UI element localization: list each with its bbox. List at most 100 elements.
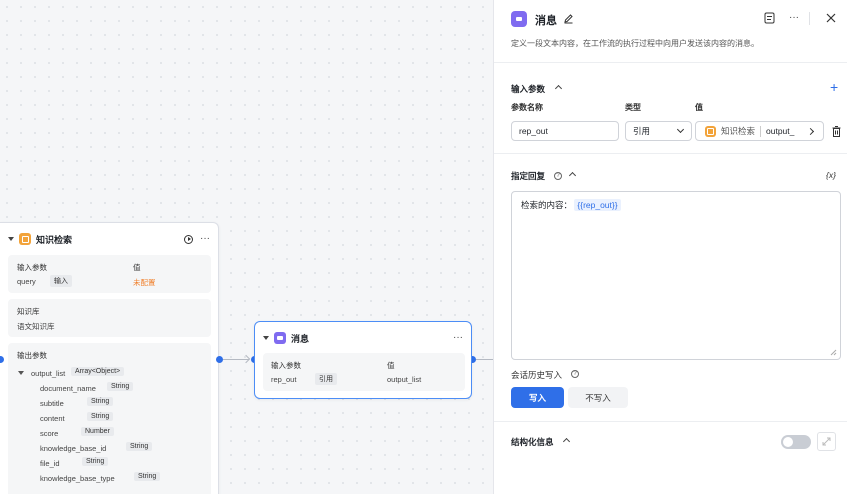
output-field-type: String (87, 412, 114, 421)
edge-connector-out (476, 359, 493, 360)
message-icon (274, 332, 286, 344)
msg-param-name: rep_out (271, 375, 297, 384)
msg-input-section: 输入参数 值 rep_out 引用 output_list (263, 353, 465, 391)
collapse-caret-icon[interactable] (263, 336, 269, 340)
history-section-title: 会话历史写入 (511, 370, 563, 380)
help-icon[interactable]: ? (554, 172, 562, 180)
ref-node-name: 知识检索 (721, 126, 756, 136)
output-params-label: 输出参数 (17, 351, 47, 360)
delete-icon[interactable] (831, 125, 841, 137)
ref-field-name: output_ (766, 126, 795, 136)
input-params-label: 输入参数 (17, 263, 47, 272)
output-field-type: String (126, 442, 153, 451)
msg-param-value: output_list (387, 375, 422, 384)
msg-param-type: 引用 (315, 373, 337, 385)
section-divider (494, 62, 847, 63)
msg-node-header: 消息 ··· (263, 330, 463, 346)
output-field-type: String (134, 472, 161, 481)
collapse-chevron-icon[interactable] (562, 437, 571, 446)
output-field-name: knowledge_base_id (40, 444, 107, 453)
input-param-value: 未配置 (133, 278, 156, 287)
output-field-name: document_name (40, 384, 96, 393)
expand-icon[interactable] (817, 432, 836, 451)
knowledge-retrieval-node[interactable]: 知识检索 ··· 输入参数 值 query 输入 未配置 知识库 语文知识库 输… (0, 222, 219, 494)
reply-content-textarea[interactable]: 检索的内容： {{rep_out}} (511, 191, 841, 360)
output-field-name: knowledge_base_type (40, 474, 115, 483)
message-config-panel: 消息 ··· 定义一段文本内容，在工作流的执行过程中向用户发送该内容的消息。 输… (493, 0, 847, 494)
collapse-caret-icon[interactable] (8, 237, 14, 241)
output-list-name: output_list (31, 369, 66, 378)
knowledge-base-icon (705, 125, 716, 137)
kb-library-section: 知识库 语文知识库 (8, 299, 211, 337)
kb-input-section: 输入参数 值 query 输入 未配置 (8, 255, 211, 293)
structured-info-toggle[interactable] (781, 435, 811, 449)
more-options-icon[interactable]: ··· (453, 333, 463, 343)
help-icon[interactable]: ? (571, 370, 579, 378)
param-ref-select[interactable]: 知识检索 output_ (695, 121, 824, 141)
panel-title: 消息 (535, 15, 557, 27)
no-write-button-label: 不写入 (585, 392, 611, 403)
chevron-down-icon (676, 125, 685, 134)
param-type-value: 引用 (633, 126, 651, 136)
param-type-select[interactable]: 引用 (625, 121, 692, 141)
more-options-icon[interactable]: ··· (789, 13, 799, 23)
more-options-icon[interactable]: ··· (200, 234, 210, 244)
message-node[interactable]: 消息 ··· 输入参数 值 rep_out 引用 output_list (254, 321, 472, 399)
reply-section-title: 指定回复 (511, 171, 546, 181)
param-name-value: rep_out (519, 126, 548, 136)
run-node-icon[interactable] (184, 234, 193, 244)
value-label: 值 (387, 361, 395, 370)
input-section-title: 输入参数 (511, 84, 546, 94)
output-field-type: String (82, 457, 109, 466)
kb-value: 语文知识库 (17, 322, 55, 331)
kb-node-header: 知识检索 ··· (8, 231, 210, 247)
input-param-name: query (17, 277, 36, 286)
knowledge-base-icon (19, 233, 31, 245)
reply-prefix: 检索的内容： (521, 200, 573, 210)
value-label: 值 (133, 263, 141, 272)
header-divider (809, 12, 810, 25)
collapse-chevron-icon[interactable] (554, 84, 563, 93)
edit-pencil-icon[interactable] (562, 12, 574, 24)
ref-separator (760, 125, 762, 137)
col-param-name: 参数名称 (511, 103, 543, 112)
workflow-canvas[interactable]: 知识检索 ··· 输入参数 值 query 输入 未配置 知识库 语文知识库 输… (0, 0, 493, 494)
panel-description: 定义一段文本内容，在工作流的执行过程中向用户发送该内容的消息。 (511, 39, 759, 48)
output-list-caret-icon[interactable] (18, 371, 24, 375)
write-button-label: 写入 (528, 392, 546, 403)
notes-icon[interactable] (763, 12, 775, 24)
reply-variable-chip[interactable]: {{rep_out}} (574, 199, 621, 211)
structured-section-title: 结构化信息 (511, 437, 554, 447)
reply-content: 检索的内容： {{rep_out}} (521, 199, 621, 211)
output-field-type: Number (81, 427, 114, 436)
message-icon (511, 11, 527, 27)
add-param-icon[interactable]: + (830, 80, 838, 94)
section-divider (494, 421, 847, 422)
output-field-name: score (40, 429, 59, 438)
kb-output-section: 输出参数 output_list Array<Object> document_… (8, 343, 211, 494)
output-field-name: content (40, 414, 65, 423)
param-name-input[interactable]: rep_out (511, 121, 619, 141)
write-button[interactable]: 写入 (511, 387, 564, 408)
kb-output-port[interactable] (216, 356, 223, 363)
kb-label: 知识库 (17, 307, 40, 316)
close-icon[interactable] (825, 12, 837, 24)
col-type: 类型 (625, 103, 641, 112)
collapse-chevron-icon[interactable] (568, 171, 577, 180)
resize-handle-icon[interactable] (830, 349, 837, 356)
chevron-right-icon (806, 127, 815, 135)
no-write-button[interactable]: 不写入 (568, 387, 628, 408)
output-field-type: String (107, 382, 134, 391)
output-field-type: String (87, 397, 114, 406)
msg-node-title: 消息 (291, 333, 310, 344)
output-field-name: file_id (40, 459, 60, 468)
output-list-type: Array<Object> (71, 367, 125, 376)
section-divider (494, 153, 847, 154)
col-value: 值 (695, 103, 703, 112)
edge-arrow-icon (241, 354, 251, 364)
kb-node-title: 知识检索 (36, 234, 73, 245)
output-field-name: subtitle (40, 399, 64, 408)
input-param-type: 输入 (50, 275, 72, 287)
input-params-label: 输入参数 (271, 361, 301, 370)
insert-variable-button[interactable]: {x} (826, 170, 836, 180)
